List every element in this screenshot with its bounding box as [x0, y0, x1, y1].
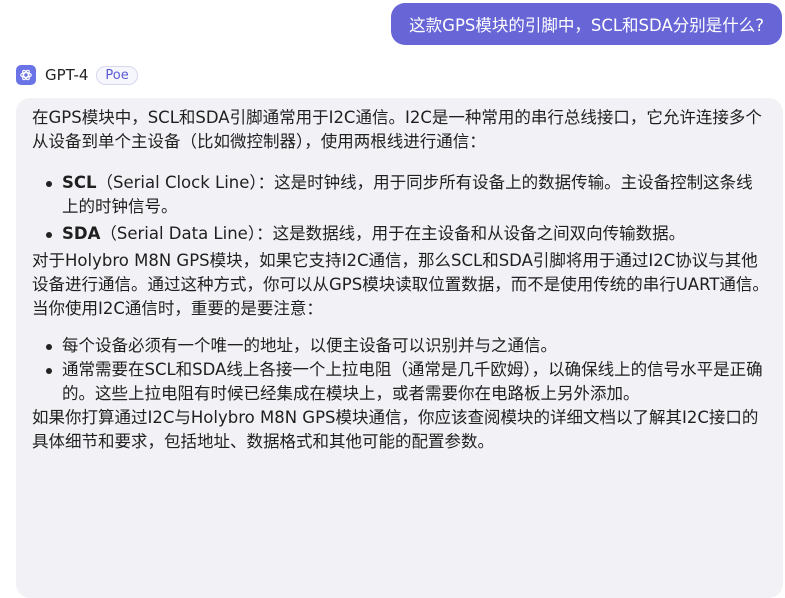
bot-message-bubble: 在GPS模块中，SCL和SDA引脚通常用于I2C通信。I2C是一种常用的串行总线…: [16, 98, 783, 598]
term-scl-desc: （Serial Clock Line）：这是时钟线，用于同步所有设备上的数据传输…: [62, 173, 753, 216]
bot-name[interactable]: GPT-4: [45, 66, 88, 84]
user-message-text: 这款GPS模块的引脚中，SCL和SDA分别是什么?: [409, 16, 764, 35]
poe-badge: Poe: [96, 65, 138, 85]
definition-list: SCL（Serial Clock Line）：这是时钟线，用于同步所有设备上的数…: [32, 171, 769, 246]
term-scl: SCL: [62, 173, 97, 192]
user-message-bubble: 这款GPS模块的引脚中，SCL和SDA分别是什么?: [391, 3, 782, 45]
response-intro: 在GPS模块中，SCL和SDA引脚通常用于I2C通信。I2C是一种常用的串行总线…: [32, 108, 762, 151]
list-item: SCL（Serial Clock Line）：这是时钟线，用于同步所有设备上的数…: [46, 171, 769, 219]
list-item: 通常需要在SCL和SDA线上各接一个上拉电阻（通常是几千欧姆），以确保线上的信号…: [46, 358, 769, 406]
response-paragraph-4: 如果你打算通过I2C与Holybro M8N GPS模块通信，你应该查阅模块的详…: [32, 408, 759, 451]
response-paragraph-3: 当你使用I2C通信时，重要的是要注意：: [32, 299, 323, 318]
term-sda: SDA: [62, 224, 101, 243]
term-sda-desc: （Serial Data Line）：这是数据线，用于在主设备和从设备之间双向传…: [100, 224, 686, 243]
openai-logo-icon: [16, 65, 36, 85]
bot-header: GPT-4 Poe: [16, 65, 138, 85]
response-paragraph-2: 对于Holybro M8N GPS模块，如果它支持I2C通信，那么SCL和SDA…: [32, 251, 769, 294]
list-item: SDA（Serial Data Line）：这是数据线，用于在主设备和从设备之间…: [46, 222, 769, 246]
notes-list: 每个设备必须有一个唯一的地址，以便主设备可以识别并与之通信。 通常需要在SCL和…: [32, 334, 769, 406]
list-item: 每个设备必须有一个唯一的地址，以便主设备可以识别并与之通信。: [46, 334, 769, 358]
